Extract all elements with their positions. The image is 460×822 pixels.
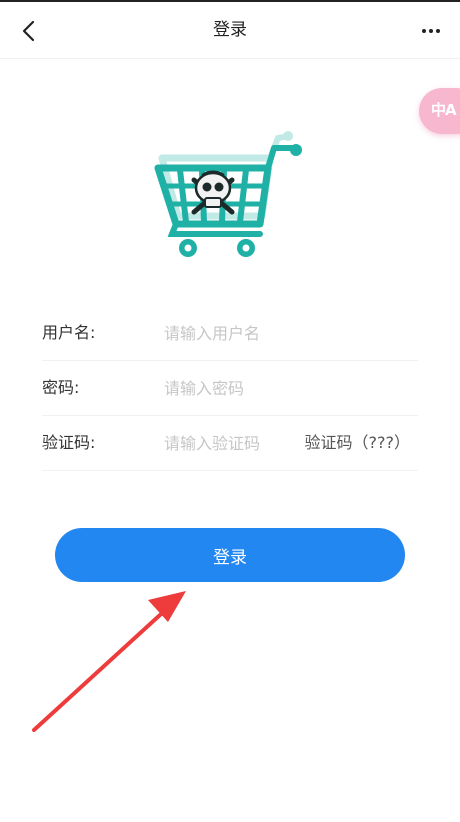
shopping-cart-logo [150,128,310,264]
translate-icon: 中A [431,101,457,119]
login-form: 用户名: 密码: 验证码: 验证码（???） [42,306,418,471]
password-row: 密码: [42,361,418,416]
captcha-image[interactable]: 验证码（???） [305,416,410,470]
username-input[interactable] [164,318,404,348]
username-row: 用户名: [42,306,418,361]
captcha-label: 验证码: [42,433,96,452]
page-title: 登录 [213,20,247,40]
captcha-input[interactable] [164,428,304,458]
login-button[interactable]: 登录 [55,528,405,582]
translate-button[interactable]: 中A [419,88,460,134]
password-label: 密码: [42,378,80,397]
captcha-row: 验证码: 验证码（???） [42,416,418,471]
username-label: 用户名: [42,323,96,342]
password-input[interactable] [164,373,404,403]
more-dots-icon[interactable] [416,16,446,46]
nav-bar: 登录 [0,2,460,59]
skull-icon [191,170,235,215]
